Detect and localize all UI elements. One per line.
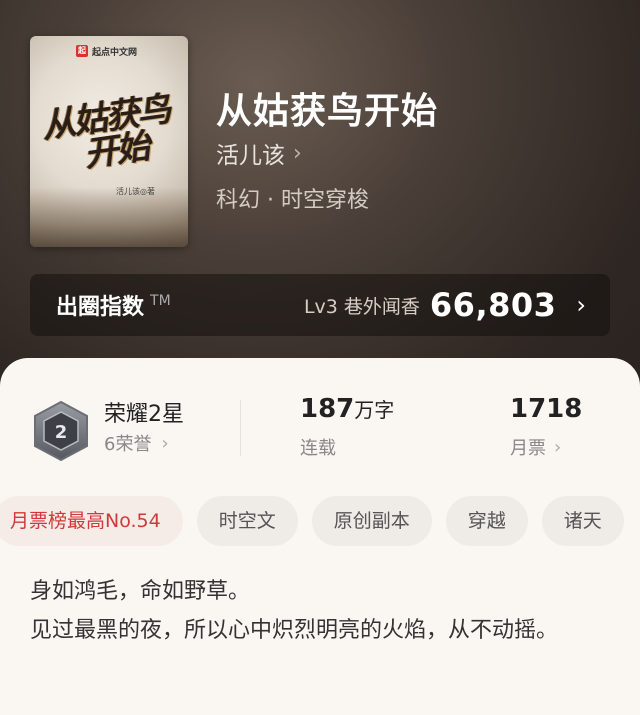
author-link[interactable]: 活儿该 › <box>216 136 302 170</box>
word-count-value: 187 <box>300 394 355 424</box>
tag-list: 月票榜最高No.54 时空文 原创副本 穿越 诸天 <box>0 496 640 548</box>
monthly-tickets-value: 1718 <box>510 394 583 424</box>
chevron-right-icon: › <box>554 436 562 458</box>
synopsis-line1: 身如鸿毛，命如野草。 <box>30 579 251 604</box>
monthly-tickets-label: 月票 <box>510 438 546 459</box>
book-genre: 科幻 · 时空穿梭 <box>216 188 369 213</box>
index-value: 66,803 <box>429 286 557 324</box>
chevron-right-icon: › <box>161 432 169 454</box>
stats-row: 2 荣耀2星 6荣誉 › 187万字 连载 1718 月票 › <box>0 394 640 474</box>
badge-number: 2 <box>55 422 68 443</box>
qidian-logo-icon: 起 <box>76 45 88 57</box>
index-tm: TM <box>150 293 171 309</box>
cover-logo: 起 起点中文网 <box>76 44 137 58</box>
stats-divider <box>240 400 241 456</box>
cover-logo-text: 起点中文网 <box>92 47 138 58</box>
index-right: Lv3 巷外闻香 66,803 › <box>304 286 586 324</box>
tag-item[interactable]: 穿越 <box>445 496 528 546</box>
detail-panel: 2 荣耀2星 6荣誉 › 187万字 连载 1718 月票 › 月票榜最高No.… <box>0 358 640 715</box>
rank-title[interactable]: 荣耀2星 <box>104 396 184 428</box>
book-cover[interactable]: 起 起点中文网 从姑获鸟 开始 活儿该◎著 <box>30 36 188 247</box>
cover-rock-art <box>30 187 188 247</box>
synopsis-line2: 见过最黑的夜，所以心中炽烈明亮的火焰，从不动摇。 <box>30 618 559 643</box>
author-name: 活儿该 <box>216 143 285 169</box>
chevron-right-icon: › <box>576 291 586 319</box>
monthly-tickets-link[interactable]: 月票 › <box>510 434 561 460</box>
rank-sub-text: 6荣誉 <box>104 434 152 455</box>
index-level: Lv3 巷外闻香 <box>303 295 420 318</box>
rank-sub[interactable]: 6荣誉 › <box>104 430 169 456</box>
honor-badge-icon[interactable]: 2 <box>32 400 90 462</box>
book-title: 从姑获鸟开始 <box>216 91 439 132</box>
synopsis[interactable]: 身如鸿毛，命如野草。 见过最黑的夜，所以心中炽烈明亮的火焰，从不动摇。 <box>30 572 610 650</box>
tag-ranking[interactable]: 月票榜最高No.54 <box>0 496 183 546</box>
word-count-unit: 万字 <box>354 398 395 422</box>
serial-status: 连载 <box>300 438 336 459</box>
index-label: 出圈指数 <box>56 295 145 320</box>
popularity-index-card[interactable]: 出圈指数 TM Lv3 巷外闻香 66,803 › <box>30 274 610 336</box>
chevron-right-icon: › <box>293 140 302 166</box>
cover-author: 活儿该◎著 <box>116 187 155 196</box>
tag-item[interactable]: 原创副本 <box>311 496 432 546</box>
tag-item[interactable]: 时空文 <box>196 496 298 546</box>
tag-item[interactable]: 诸天 <box>541 496 624 546</box>
word-count: 187万字 <box>300 394 394 424</box>
cover-title: 从姑获鸟 开始 <box>40 89 188 178</box>
